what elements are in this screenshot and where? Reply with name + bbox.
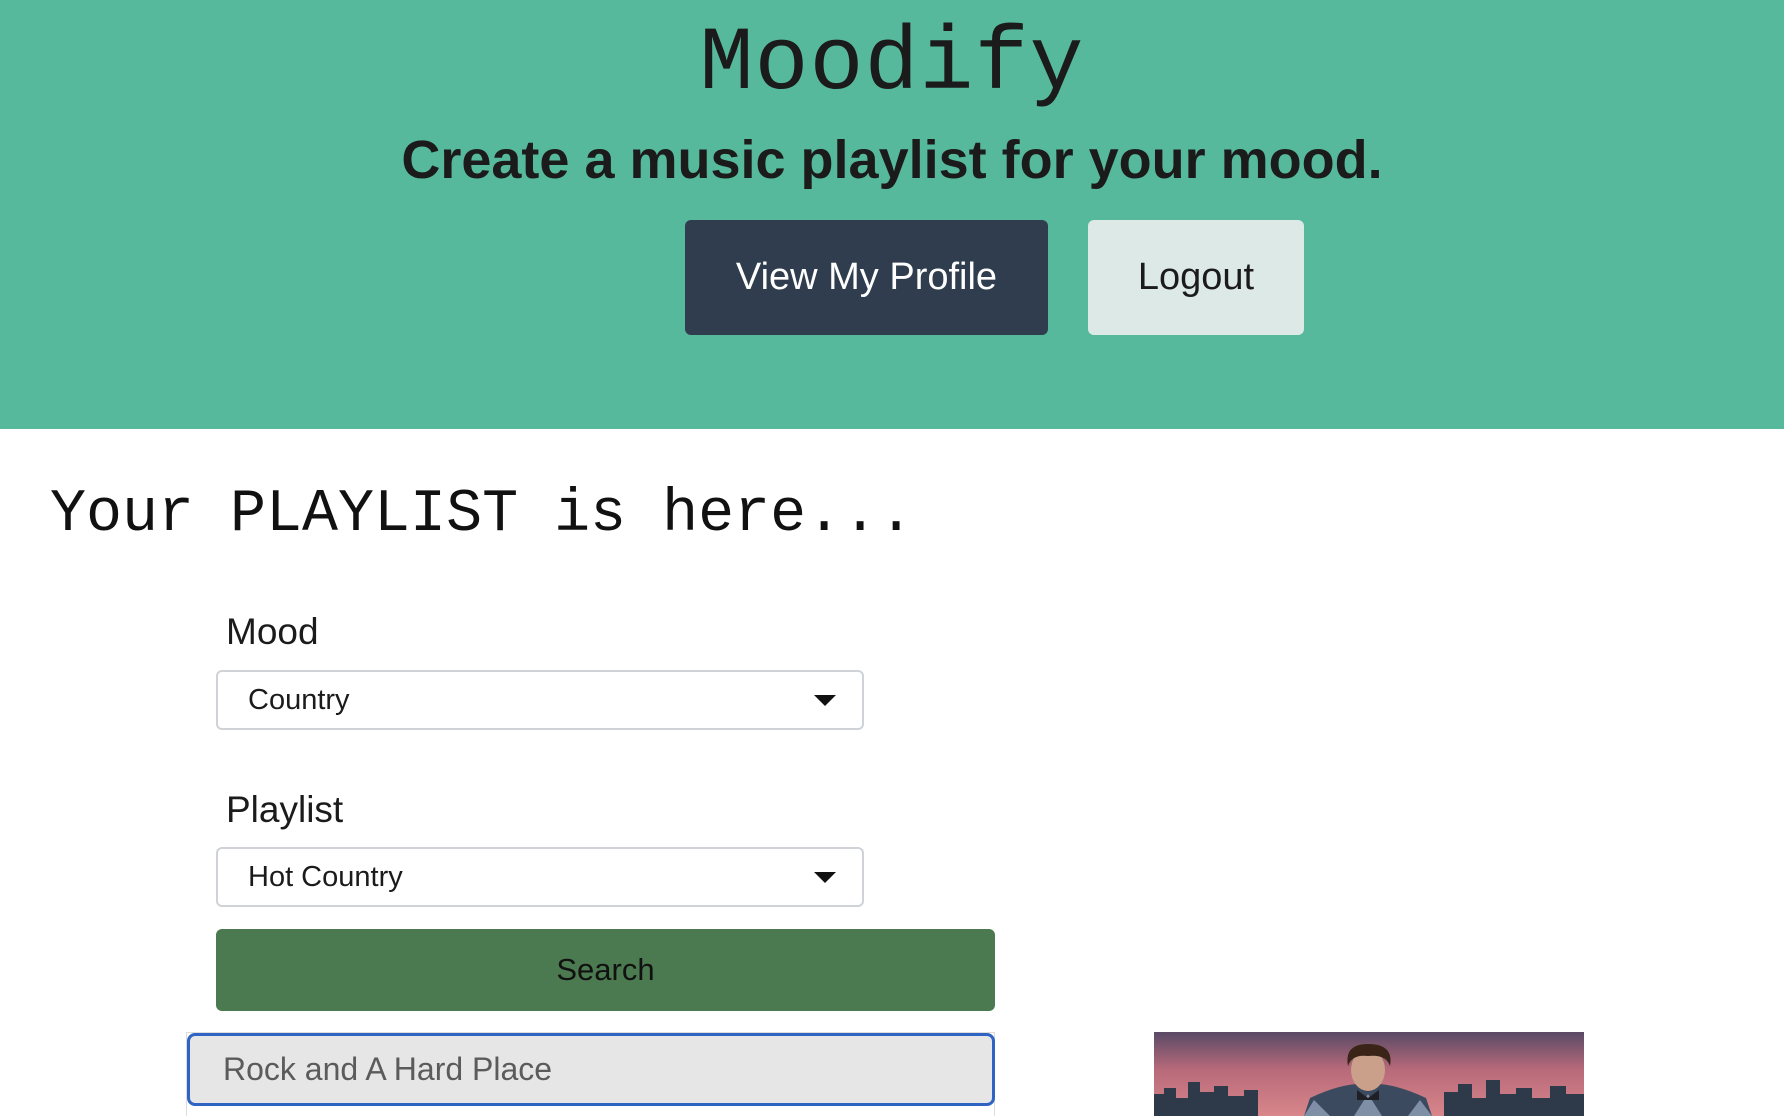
app-title: Moodify (699, 14, 1085, 116)
search-button[interactable]: Search (216, 929, 995, 1011)
mood-label: Mood (226, 611, 319, 652)
playlist-select-value: Hot Country (248, 861, 403, 893)
caret-down-icon (814, 695, 836, 706)
page: Moodify Create a music playlist for your… (0, 0, 1784, 1116)
logout-button[interactable]: Logout (1088, 220, 1304, 335)
hero-header: Moodify Create a music playlist for your… (0, 0, 1784, 429)
playlist-select[interactable]: Hot Country (216, 847, 864, 907)
album-cover-graphic (1154, 1032, 1584, 1116)
mood-select[interactable]: Country (216, 670, 864, 730)
album-cover-image (1154, 1032, 1584, 1116)
results-list: Rock and A Hard Place (186, 1032, 995, 1116)
playlist-label: Playlist (226, 789, 344, 830)
mood-select-value: Country (248, 684, 350, 716)
playlist-section-title: Your PLAYLIST is here... (50, 481, 915, 549)
caret-down-icon (814, 872, 836, 883)
view-profile-button[interactable]: View My Profile (685, 220, 1048, 335)
list-item[interactable]: Rock and A Hard Place (187, 1033, 995, 1106)
track-title: Rock and A Hard Place (223, 1051, 553, 1087)
app-tagline: Create a music playlist for your mood. (401, 130, 1383, 190)
